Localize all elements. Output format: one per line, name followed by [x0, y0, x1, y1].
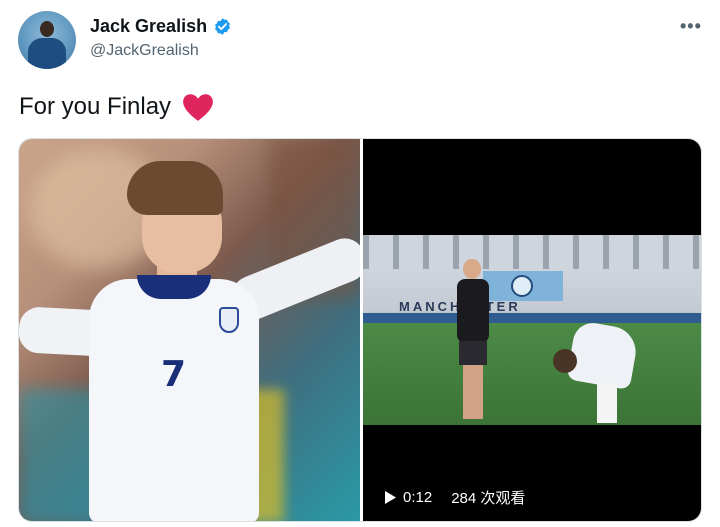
- england-crest-icon: [219, 307, 239, 333]
- tweet-card: Jack Grealish @JackGrealish ••• For you …: [0, 0, 720, 527]
- tweet-text-row: For you Finlay: [19, 92, 215, 122]
- figure-body: [457, 279, 489, 343]
- video-view-count: 284 次观看: [451, 490, 526, 507]
- figure-head: [463, 259, 481, 279]
- child-figure: [553, 319, 643, 425]
- more-options-icon[interactable]: •••: [680, 16, 702, 37]
- stadium-roof: [363, 235, 701, 269]
- verified-badge-icon: [215, 18, 231, 35]
- figure-shorts: [459, 341, 487, 365]
- pitch: [363, 323, 701, 425]
- author-display-name[interactable]: Jack Grealish: [90, 16, 207, 37]
- player-figure: [455, 259, 491, 419]
- tweet-photo[interactable]: 7: [19, 139, 360, 521]
- video-duration: 0:12: [403, 489, 433, 506]
- author-name-row: Jack Grealish: [90, 16, 232, 37]
- author-handle[interactable]: @JackGrealish: [90, 42, 199, 60]
- play-icon[interactable]: [385, 491, 396, 504]
- tweet-text: For you Finlay: [19, 93, 172, 120]
- figure-head: [553, 349, 577, 373]
- author-avatar[interactable]: [18, 11, 76, 69]
- avatar-body: [28, 38, 66, 69]
- media-grid: 7 MANCHESTER: [18, 138, 702, 522]
- shirt-number: 7: [161, 354, 187, 395]
- figure-body: [566, 319, 640, 391]
- avatar-head: [40, 21, 54, 37]
- red-heart-icon: [183, 94, 213, 121]
- club-logo-icon: [511, 275, 533, 297]
- video-controls: 0:12 284 次观看: [385, 487, 525, 508]
- figure-legs: [463, 365, 483, 419]
- player-hair: [127, 161, 223, 215]
- figure-legs: [597, 383, 617, 423]
- video-frame: MANCHESTER: [363, 235, 701, 425]
- pitch-fence: [363, 313, 701, 323]
- tweet-video[interactable]: MANCHESTER 0:12: [363, 139, 701, 521]
